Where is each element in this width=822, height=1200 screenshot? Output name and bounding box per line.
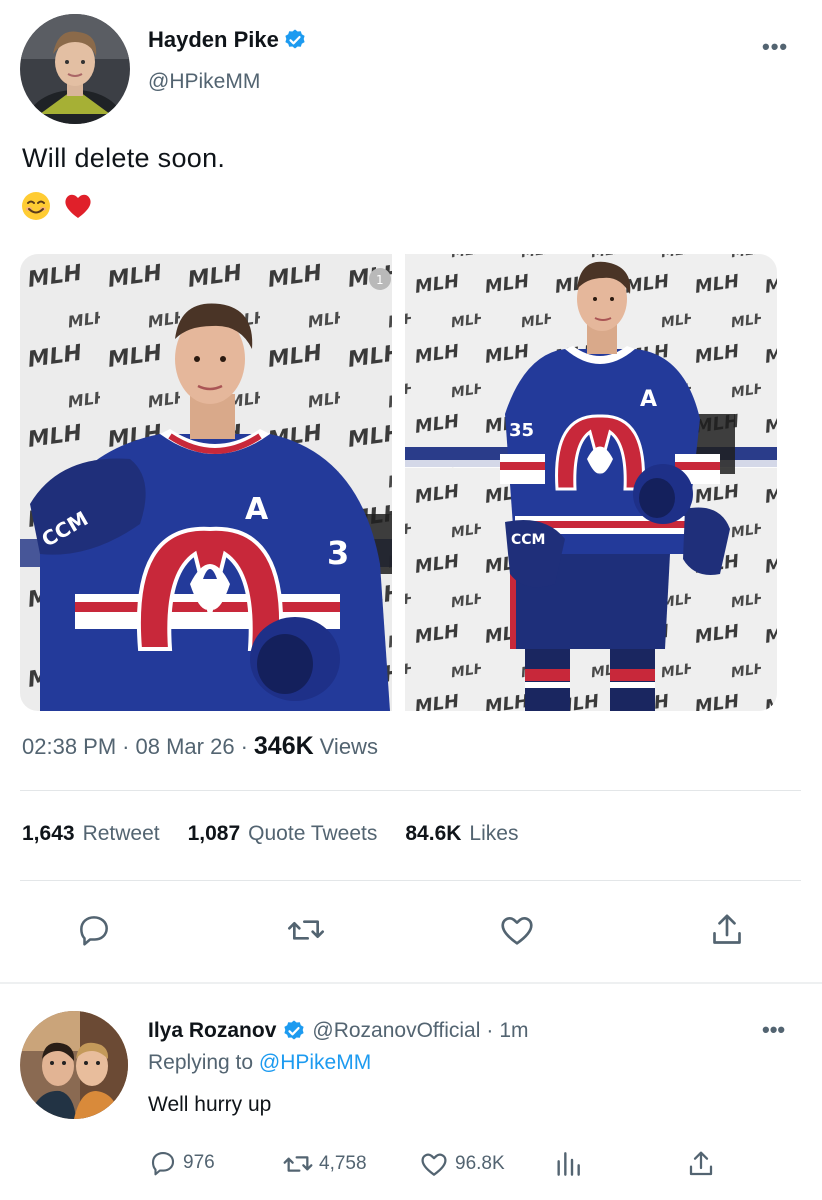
- photo-left[interactable]: MLH MLH A 3: [20, 254, 392, 711]
- retweet-button[interactable]: [284, 908, 328, 952]
- reply-author-avatar[interactable]: [20, 1011, 128, 1119]
- reply-text: Well hurry up: [148, 1093, 272, 1116]
- reply-count: 976: [183, 1152, 215, 1173]
- reply-tweet[interactable]: Ilya Rozanov @RozanovOfficial · 1m ••• R…: [0, 985, 822, 1200]
- verified-badge-icon: [284, 1020, 304, 1040]
- like-count: 96.8K: [455, 1153, 505, 1174]
- divider: [20, 790, 801, 791]
- verified-badge-icon: [285, 29, 305, 49]
- tweet-stats: 1,643 Retweet 1,087 Quote Tweets 84.6K Like…: [22, 822, 534, 846]
- reply-separator: ·: [486, 1019, 494, 1042]
- meta-dot: ·: [122, 734, 130, 759]
- reply-header: Ilya Rozanov @RozanovOfficial · 1m: [148, 1019, 529, 1043]
- views-count: 346K: [253, 732, 314, 760]
- reply-views-button[interactable]: [552, 1148, 584, 1180]
- tweet-actions: [0, 908, 822, 954]
- jersey-number-right: 35: [509, 420, 534, 441]
- tweet-meta: 02:38 PM · 08 Mar 26 · 346K Views: [22, 732, 378, 761]
- emoji-row: [20, 190, 94, 222]
- share-icon: [713, 914, 741, 944]
- reply-like-button[interactable]: 96.8K: [418, 1148, 505, 1180]
- reply-time[interactable]: 1m: [499, 1019, 528, 1043]
- section-separator: [0, 982, 822, 984]
- meta-dot: ·: [240, 734, 248, 759]
- author-name[interactable]: Hayden Pike: [148, 27, 307, 53]
- photo-badge: 1: [376, 273, 384, 287]
- photo-right[interactable]: MLH MLH: [405, 254, 777, 711]
- replying-to: Replying to @HPikeMM: [148, 1051, 371, 1075]
- more-options-button[interactable]: •••: [762, 34, 788, 60]
- like-icon: [501, 917, 533, 945]
- reply-button[interactable]: [72, 908, 116, 952]
- reply-actions: 976 4,758 96.8K: [148, 1148, 748, 1182]
- reply-author-name[interactable]: Ilya Rozanov: [148, 1019, 276, 1043]
- views-icon: [557, 1152, 580, 1176]
- replying-prefix: Replying to: [148, 1051, 254, 1074]
- red-heart-emoji-icon: [65, 194, 91, 218]
- divider: [20, 880, 801, 881]
- reply-icon: [151, 1151, 175, 1176]
- author-avatar[interactable]: [20, 14, 130, 124]
- author-name-text[interactable]: Hayden Pike: [148, 27, 279, 53]
- like-icon: [421, 1153, 447, 1176]
- quotes-count: 1,087: [187, 822, 241, 845]
- reply-author-handle[interactable]: @RozanovOfficial: [312, 1019, 480, 1043]
- glove-brand-right: CCM: [511, 532, 545, 548]
- quotes-label: Quote Tweets: [248, 822, 378, 845]
- tweet-date[interactable]: 08 Mar 26: [136, 734, 235, 760]
- retweets-stat[interactable]: 1,643 Retweet: [22, 822, 160, 846]
- likes-stat[interactable]: 84.6K Likes: [405, 822, 518, 846]
- author-handle[interactable]: @HPikeMM: [148, 70, 260, 94]
- tweet-time[interactable]: 02:38 PM: [22, 734, 116, 760]
- retweet-count: 4,758: [319, 1153, 367, 1174]
- retweet-icon: [288, 920, 324, 940]
- likes-label: Likes: [469, 822, 519, 845]
- jersey-letter-left: A: [245, 492, 269, 527]
- retweets-label: Retweet: [82, 822, 160, 845]
- share-button[interactable]: [705, 908, 749, 952]
- retweets-count: 1,643: [22, 822, 75, 845]
- reply-icon: [80, 916, 108, 946]
- likes-count: 84.6K: [405, 822, 462, 845]
- retweet-icon: [283, 1156, 313, 1172]
- smiling-face-emoji-icon: [22, 192, 50, 220]
- reply-reply-button[interactable]: 976: [148, 1148, 215, 1178]
- share-icon: [689, 1151, 713, 1176]
- main-tweet: Hayden Pike @HPikeMM ••• Will delete soo…: [0, 0, 822, 985]
- jersey-letter-right: A: [640, 387, 657, 412]
- like-button[interactable]: [495, 908, 539, 952]
- reply-share-button[interactable]: [685, 1148, 717, 1180]
- reply-more-options-button[interactable]: •••: [762, 1017, 785, 1043]
- jersey-number-left: 3: [327, 534, 349, 572]
- reply-retweet-button[interactable]: 4,758: [282, 1148, 367, 1180]
- views-label: Views: [319, 734, 378, 759]
- replying-handle-link[interactable]: @HPikeMM: [259, 1051, 371, 1074]
- quotes-stat[interactable]: 1,087 Quote Tweets: [188, 822, 378, 846]
- tweet-text: Will delete soon.: [22, 143, 226, 173]
- tweet-media[interactable]: MLH MLH A 3: [20, 254, 777, 711]
